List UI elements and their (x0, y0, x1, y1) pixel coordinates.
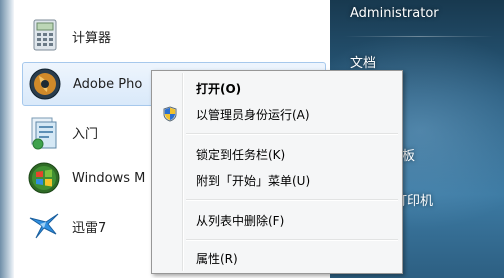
program-item-calculator[interactable]: 计算器 (22, 14, 326, 58)
program-label: 入门 (72, 126, 99, 142)
menu-item-pin-start[interactable]: 附到「开始」菜单(U) (154, 169, 400, 191)
program-label: Windows M (72, 170, 146, 186)
menu-item-label: 附到「开始」菜单(U) (196, 173, 311, 188)
menu-separator (186, 133, 398, 135)
menu-separator (186, 199, 398, 201)
menu-item-properties[interactable]: 属性(R) (154, 247, 400, 269)
calculator-icon (33, 19, 57, 51)
menu-item-label: 从列表中删除(F) (196, 213, 285, 228)
documents-link[interactable]: 文档 (350, 52, 376, 71)
menu-separator (186, 239, 398, 241)
menu-item-remove-from-list[interactable]: 从列表中删除(F) (154, 209, 400, 231)
windows-media-icon (28, 162, 60, 194)
menu-item-pin-taskbar[interactable]: 锁定到任务栏(K) (154, 143, 400, 165)
menu-item-open[interactable]: 打开(O) (154, 77, 400, 99)
menu-item-label: 锁定到任务栏(K) (196, 147, 286, 162)
menu-item-label: 打开(O) (196, 81, 242, 96)
user-name-link[interactable]: Administrator (350, 6, 439, 21)
program-label: 计算器 (72, 30, 112, 46)
getting-started-icon (31, 117, 57, 150)
right-pane-separator (344, 36, 494, 37)
uac-shield-icon (163, 106, 177, 122)
menu-item-run-as-admin[interactable]: 以管理员身份运行(A) (154, 103, 400, 125)
program-label: Adobe Pho (73, 76, 143, 92)
thunder-bird-icon (29, 213, 59, 239)
menu-item-label: 属性(R) (196, 251, 238, 266)
pane-edge (0, 0, 14, 278)
adobe-photoshop-icon (29, 68, 61, 100)
menu-item-label: 以管理员身份运行(A) (196, 107, 310, 122)
control-panel-partial-link[interactable]: 板 (402, 145, 415, 164)
context-menu: 打开(O) 以管理员身份运行(A) 锁定到任务栏(K) 附到「开始」菜单(U) … (151, 70, 403, 274)
program-label: 迅雷7 (72, 220, 107, 236)
